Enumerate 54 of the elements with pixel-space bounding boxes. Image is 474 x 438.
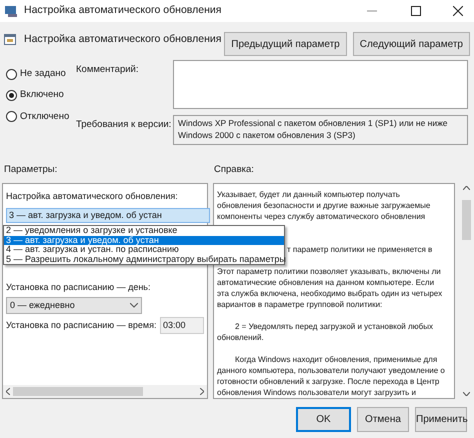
help-text-line: автоматические обновления на данном компьютере. Если	[217, 277, 434, 288]
day-dropdown[interactable]: 0 — ежедневно	[6, 297, 142, 314]
help-text-line: обновления Windows пользователи могут загрузить и	[217, 387, 416, 398]
comment-field[interactable]	[173, 60, 468, 109]
dialog-button[interactable]: Отмена	[357, 407, 409, 432]
setting-label: Настройка автоматического обновления:	[6, 190, 179, 203]
radio-label: Включено	[20, 88, 64, 102]
dropdown-option[interactable]: 4 — авт. загрузка и устан. по расписанию	[4, 245, 284, 254]
settings-page-icon	[4, 34, 16, 45]
help-text-line: готовности обновлений к загрузке. После перехода в Центр	[217, 376, 440, 387]
dropdown-option[interactable]: 3 — авт. загрузка и уведом. об устан	[4, 236, 284, 245]
help-text-line: обновления безопасности и другие важные загружаемые	[217, 200, 430, 211]
help-text-line: данного компьютера, пользователи получают уведомление о	[217, 365, 445, 376]
comment-label: Комментарий:	[76, 63, 140, 77]
setting-dropdown[interactable]: 3 — авт. загрузка и уведом. об устан	[6, 208, 210, 222]
horizontal-scrollbar[interactable]	[3, 385, 207, 398]
window-title: Настройка автоматического обновления	[24, 3, 222, 18]
help-text-line: эта служба включена, необходимо выбрать один из четырех	[217, 288, 442, 299]
help-text-line: Этот параметр политики позволяет указывать, включены ли	[217, 266, 441, 277]
radio-label: Не задано	[20, 67, 66, 81]
time-label: Установка по расписанию — время:	[6, 318, 158, 332]
help-text-line: вариантов в параметре групповой политики:	[217, 299, 382, 310]
nav-button[interactable]: Предыдущий параметр	[224, 32, 347, 56]
scrollbar-thumb[interactable]	[462, 200, 471, 240]
help-text-line: обновлений.	[217, 332, 264, 343]
scroll-left-icon[interactable]	[6, 388, 10, 395]
dropdown-option[interactable]: 2 — уведомления о загрузке и установке	[4, 226, 284, 236]
scroll-right-icon[interactable]	[200, 388, 204, 395]
dialog-button[interactable]: OK	[296, 407, 351, 432]
help-label: Справка:	[214, 163, 254, 177]
help-text-line: т параметр политики не применяется в	[287, 244, 432, 255]
radio-button[interactable]	[6, 90, 17, 101]
radio-button[interactable]	[6, 111, 17, 122]
help-text-line: Когда Windows находит обновления, применимые для	[235, 354, 438, 365]
help-text-line: компоненты через службу автоматического обновления	[217, 211, 426, 222]
nav-button[interactable]: Следующий параметр	[352, 32, 470, 56]
time-field[interactable]: 03:00	[160, 317, 204, 334]
requirements-text: Windows XP Professional с пакетом обновления 1 (SP1) или не ниже Windows 2000 с пакетом обновления 3 (SP3)	[173, 115, 468, 145]
radio-button[interactable]	[6, 68, 17, 80]
help-text-line: Указывает, будет ли данный компьютер получать	[217, 189, 400, 200]
dialog-button[interactable]: Применить	[415, 407, 467, 432]
day-value: 0 — ежедневно	[10, 298, 75, 312]
policy-heading: Настройка автоматического обновления	[24, 32, 222, 47]
help-text-line: 2 = Уведомлять перед загрузкой и установкой любых	[235, 321, 433, 332]
close-icon[interactable]	[453, 6, 463, 16]
requirements-label: Требования к версии:	[76, 118, 172, 132]
scroll-down-icon[interactable]	[462, 392, 470, 396]
scroll-up-icon[interactable]	[462, 186, 470, 190]
radio-label: Отключено	[20, 110, 70, 124]
day-label: Установка по расписанию — день:	[6, 280, 152, 294]
chevron-down-icon	[130, 303, 138, 308]
app-icon	[5, 5, 18, 17]
maximize-icon[interactable]	[411, 6, 421, 16]
parameters-label: Параметры:	[4, 163, 58, 177]
